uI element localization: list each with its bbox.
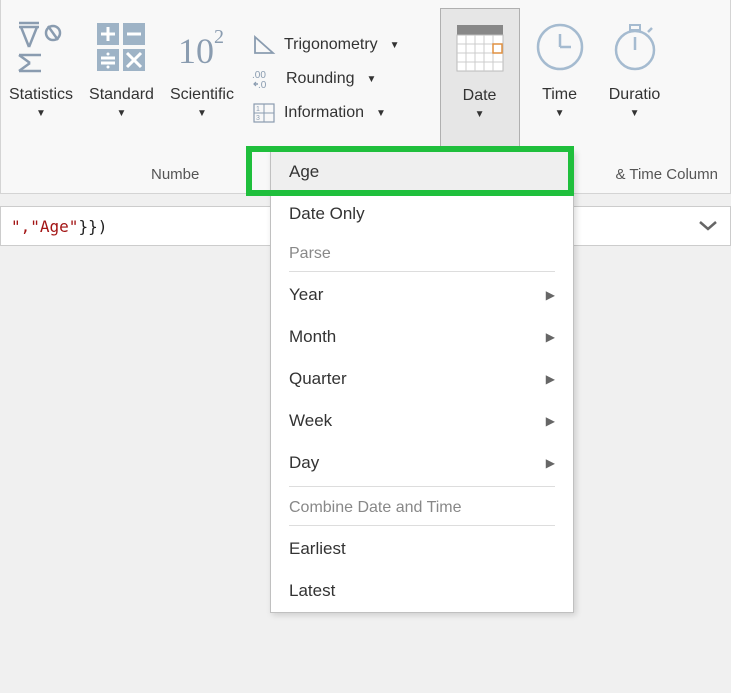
date-dropdown-menu: Age Date Only Parse Year ▶ Month ▶ Quart… — [270, 150, 574, 613]
standard-icon — [95, 12, 147, 82]
information-button[interactable]: 1 3 Information ▼ — [252, 102, 400, 124]
date-icon — [455, 13, 505, 83]
formula-text-suffix: }}) — [78, 217, 107, 236]
menu-header-combine: Combine Date and Time — [271, 489, 573, 523]
information-label: Information — [284, 104, 364, 122]
menu-separator — [289, 525, 555, 526]
dropdown-caret-icon: ▼ — [555, 108, 565, 119]
duration-button[interactable]: Duratio ▼ — [600, 8, 670, 150]
svg-text:.0: .0 — [258, 80, 267, 90]
menu-item-label: Month — [289, 327, 336, 347]
dropdown-caret-icon: ▼ — [117, 108, 127, 119]
menu-item-label: Day — [289, 453, 319, 473]
submenu-arrow-icon: ▶ — [546, 414, 555, 428]
expand-formula-icon[interactable] — [698, 216, 718, 237]
svg-text:2: 2 — [214, 26, 224, 48]
date-label: Date — [463, 87, 497, 105]
submenu-arrow-icon: ▶ — [546, 288, 555, 302]
ribbon-buttons-row: Statistics ▼ — [1, 0, 730, 150]
formula-text-age: "Age" — [30, 217, 78, 236]
time-button[interactable]: Time ▼ — [520, 8, 600, 150]
menu-item-quarter[interactable]: Quarter ▶ — [271, 358, 573, 400]
menu-header-parse: Parse — [271, 235, 573, 269]
formula-text-prefix: ", — [11, 217, 30, 236]
dropdown-caret-icon: ▼ — [390, 40, 400, 51]
menu-item-label: Week — [289, 411, 332, 431]
group-label-datetime: & Time Column — [615, 166, 718, 183]
standard-label: Standard — [89, 86, 154, 104]
menu-item-age[interactable]: Age — [271, 151, 573, 193]
menu-item-label: Latest — [289, 581, 335, 601]
rounding-button[interactable]: .00 .0 Rounding ▼ — [252, 68, 400, 90]
duration-label: Duratio — [609, 86, 661, 104]
menu-item-week[interactable]: Week ▶ — [271, 400, 573, 442]
duration-icon — [610, 12, 660, 82]
dropdown-caret-icon: ▼ — [197, 108, 207, 119]
menu-item-label: Age — [289, 162, 319, 182]
date-button[interactable]: Date ▼ — [440, 8, 520, 150]
submenu-arrow-icon: ▶ — [546, 456, 555, 470]
dropdown-caret-icon: ▼ — [475, 109, 485, 120]
small-buttons-column: Trigonometry ▼ .00 .0 Rounding ▼ 1 — [242, 8, 410, 150]
menu-item-label: Date Only — [289, 204, 365, 224]
menu-item-label: Quarter — [289, 369, 347, 389]
menu-item-latest[interactable]: Latest — [271, 570, 573, 612]
time-icon — [535, 12, 585, 82]
dropdown-caret-icon: ▼ — [366, 74, 376, 85]
menu-item-label: Year — [289, 285, 323, 305]
menu-item-day[interactable]: Day ▶ — [271, 442, 573, 484]
scientific-icon: 10 2 — [174, 12, 230, 82]
menu-item-year[interactable]: Year ▶ — [271, 274, 573, 316]
trigonometry-button[interactable]: Trigonometry ▼ — [252, 34, 400, 56]
menu-item-label: Earliest — [289, 539, 346, 559]
standard-button[interactable]: Standard ▼ — [81, 8, 162, 150]
menu-separator — [289, 271, 555, 272]
submenu-arrow-icon: ▶ — [546, 372, 555, 386]
trigonometry-label: Trigonometry — [284, 36, 378, 54]
svg-text:1: 1 — [256, 106, 260, 113]
dropdown-caret-icon: ▼ — [376, 108, 386, 119]
menu-item-month[interactable]: Month ▶ — [271, 316, 573, 358]
statistics-label: Statistics — [9, 86, 73, 104]
time-label: Time — [542, 86, 577, 104]
menu-item-earliest[interactable]: Earliest — [271, 528, 573, 570]
trigonometry-icon — [252, 34, 276, 56]
svg-text:10: 10 — [178, 31, 214, 71]
statistics-button[interactable]: Statistics ▼ — [1, 8, 81, 150]
dropdown-caret-icon: ▼ — [630, 108, 640, 119]
submenu-arrow-icon: ▶ — [546, 330, 555, 344]
rounding-label: Rounding — [286, 70, 355, 88]
menu-separator — [289, 486, 555, 487]
scientific-button[interactable]: 10 2 Scientific ▼ — [162, 8, 242, 150]
scientific-label: Scientific — [170, 86, 234, 104]
information-icon: 1 3 — [252, 102, 276, 124]
menu-item-date-only[interactable]: Date Only — [271, 193, 573, 235]
svg-text:3: 3 — [256, 115, 260, 122]
statistics-icon — [13, 12, 69, 82]
rounding-icon: .00 .0 — [252, 68, 278, 90]
group-label-number: Numbe — [151, 166, 199, 183]
dropdown-caret-icon: ▼ — [36, 108, 46, 119]
